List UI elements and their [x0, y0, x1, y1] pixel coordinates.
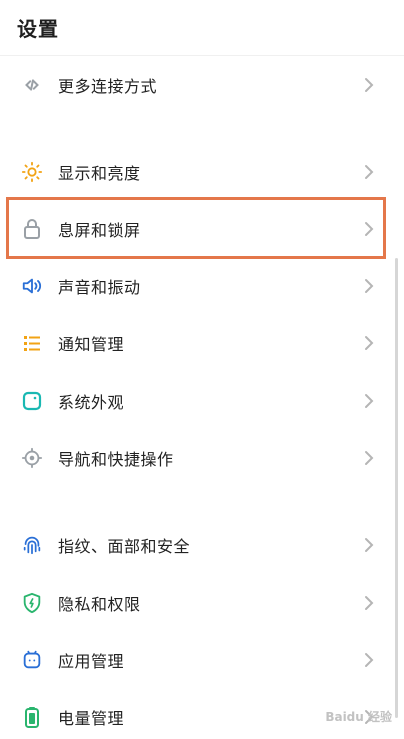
watermark-text: Baidu 经验: [325, 709, 392, 724]
settings-item-sound-vibration[interactable]: 声音和振动: [0, 264, 392, 308]
sun-icon: [20, 160, 44, 184]
settings-item-system-appearance[interactable]: 系统外观: [0, 379, 392, 423]
settings-item-label: 隐私和权限: [58, 595, 141, 614]
link-icon: [20, 73, 44, 97]
settings-item-display-brightness[interactable]: 显示和亮度: [0, 150, 392, 194]
header: 设置: [0, 0, 404, 56]
settings-item-label: 声音和振动: [58, 278, 141, 297]
chevron-right-icon: [360, 392, 378, 410]
chevron-right-icon: [360, 651, 378, 669]
chevron-right-icon: [360, 76, 378, 94]
chevron-right-icon: [360, 449, 378, 467]
navigation-icon: [20, 446, 44, 470]
battery-icon: [20, 705, 44, 729]
page-title: 设置: [17, 17, 59, 41]
shield-icon: [20, 591, 44, 615]
theme-icon: [20, 389, 44, 413]
settings-item-label: 系统外观: [58, 393, 125, 412]
chevron-right-icon: [360, 163, 378, 181]
settings-item-fingerprint-face-security[interactable]: 指纹、面部和安全: [0, 523, 392, 567]
chevron-right-icon: [360, 594, 378, 612]
notification-list-icon: [20, 331, 44, 355]
settings-item-label: 通知管理: [58, 335, 125, 354]
settings-item-label: 更多连接方式: [58, 77, 158, 96]
settings-item-navigation-shortcuts[interactable]: 导航和快捷操作: [0, 436, 392, 480]
chevron-right-icon: [360, 536, 378, 554]
lock-icon: [20, 217, 44, 241]
settings-item-label: 息屏和锁屏: [58, 221, 141, 240]
scrollbar[interactable]: [395, 258, 398, 718]
settings-item-label: 电量管理: [58, 709, 125, 728]
settings-item-label: 应用管理: [58, 652, 125, 671]
chevron-right-icon: [360, 277, 378, 295]
settings-item-app-management[interactable]: 应用管理: [0, 638, 392, 682]
settings-item-more-connections[interactable]: 更多连接方式: [0, 63, 392, 107]
settings-item-label: 指纹、面部和安全: [58, 537, 191, 556]
settings-item-notifications[interactable]: 通知管理: [0, 321, 392, 365]
watermark: Baidu 经验: [300, 703, 392, 729]
settings-item-label: 导航和快捷操作: [58, 450, 174, 469]
settings-item-label: 显示和亮度: [58, 164, 141, 183]
speaker-icon: [20, 274, 44, 298]
chevron-right-icon: [360, 220, 378, 238]
app-icon: [20, 648, 44, 672]
fingerprint-icon: [20, 533, 44, 557]
settings-item-screen-lock[interactable]: 息屏和锁屏: [0, 207, 392, 251]
chevron-right-icon: [360, 334, 378, 352]
settings-item-privacy-permissions[interactable]: 隐私和权限: [0, 581, 392, 625]
